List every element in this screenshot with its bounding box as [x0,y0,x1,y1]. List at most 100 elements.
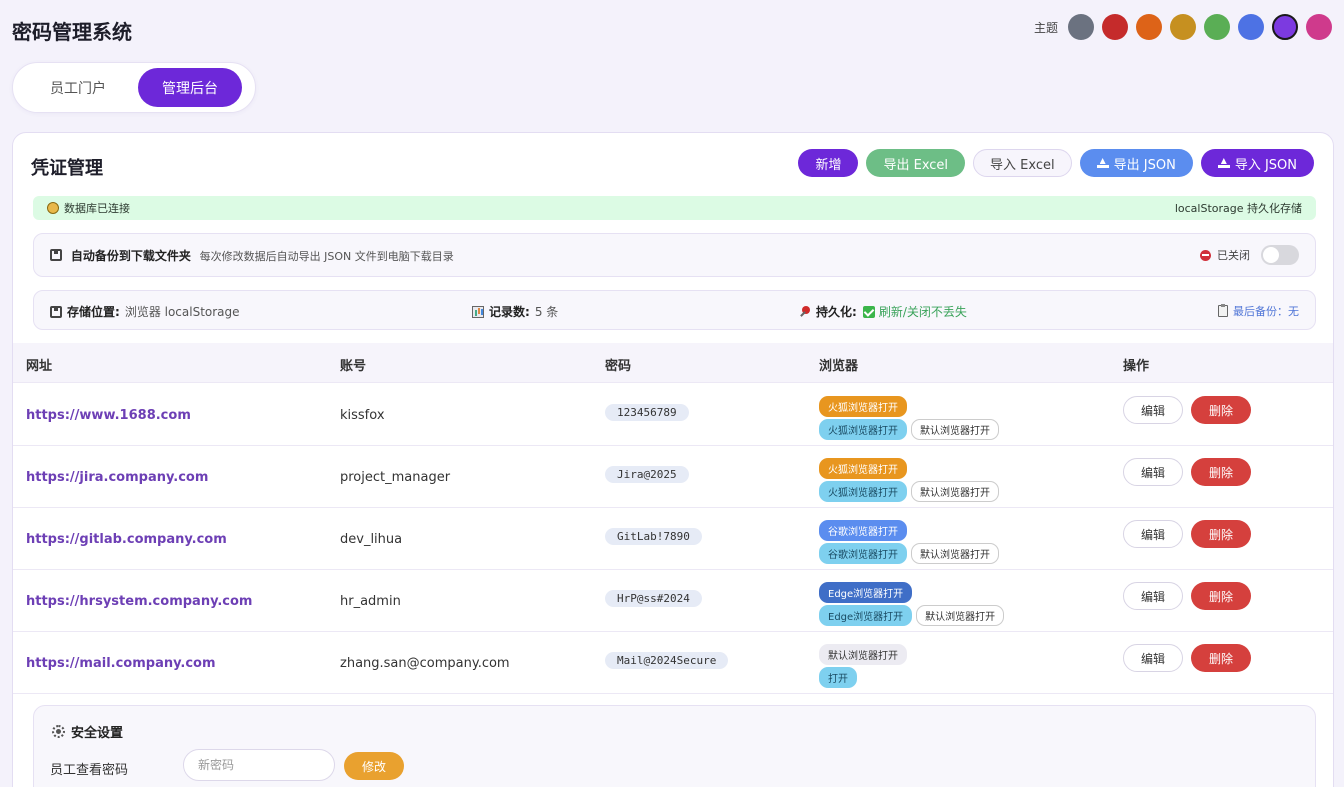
open-firefox-badge[interactable]: 火狐浏览器打开 [819,458,907,479]
export-excel-button[interactable]: 导出 Excel [866,149,966,177]
row-url-link[interactable]: https://jira.company.com [26,470,208,485]
delete-button[interactable]: 删除 [1191,458,1251,486]
mode-switch: 员工门户 管理后台 [12,62,256,113]
export-json-label: 导出 JSON [1113,157,1176,173]
table-row: https://gitlab.company.com dev_lihua Git… [13,508,1333,570]
theme-swatch-gold[interactable] [1170,14,1196,40]
theme-swatch-red[interactable] [1102,14,1128,40]
theme-swatch-orange[interactable] [1136,14,1162,40]
auto-backup-toggle[interactable] [1261,245,1299,265]
theme-swatch-blue[interactable] [1238,14,1264,40]
delete-button[interactable]: 删除 [1191,644,1251,672]
row-browser-badges: Edge浏览器打开 Edge浏览器打开 默认浏览器打开 [819,582,1005,626]
security-title: 安全设置 [71,726,124,741]
row-actions: 编辑 删除 [1123,458,1251,486]
import-json-button[interactable]: 导入 JSON [1200,149,1314,177]
open-chrome-badge[interactable]: 谷歌浏览器打开 [819,543,907,564]
col-header-password: 密码 [605,359,632,374]
storage-location-label: 存储位置: [67,305,120,319]
bar-chart-icon [472,305,484,318]
row-actions: 编辑 删除 [1123,520,1251,548]
disabled-icon [1200,249,1211,261]
theme-swatch-gray[interactable] [1068,14,1094,40]
persistence-label: 持久化: [816,305,857,319]
delete-button[interactable]: 删除 [1191,396,1251,424]
row-browser-badges: 默认浏览器打开 打开 [819,644,907,688]
row-url-link[interactable]: https://www.1688.com [26,408,191,423]
open-firefox-badge[interactable]: 火狐浏览器打开 [819,419,907,440]
edit-button[interactable]: 编辑 [1123,644,1183,672]
theme-picker: 主题 [1034,14,1332,40]
db-status-banner: 数据库已连接 localStorage 持久化存储 [33,196,1316,220]
table-row: https://hrsystem.company.com hr_admin Hr… [13,570,1333,632]
app-title: 密码管理系统 [12,20,132,44]
table-row: https://www.1688.com kissfox 123456789 火… [13,384,1333,446]
row-actions: 编辑 删除 [1123,396,1251,424]
open-default-browser-badge[interactable]: 默认浏览器打开 [916,605,1005,626]
open-default-browser-badge[interactable]: 默认浏览器打开 [911,419,999,440]
row-actions: 编辑 删除 [1123,644,1251,672]
theme-label: 主题 [1033,20,1058,35]
theme-swatch-pink[interactable] [1306,14,1332,40]
edit-button[interactable]: 编辑 [1123,458,1183,486]
record-count-label: 记录数: [489,305,530,319]
upload-tray-icon [1217,158,1230,168]
open-firefox-badge[interactable]: 火狐浏览器打开 [819,481,907,502]
floppy-disk-icon [50,305,62,318]
row-url-link[interactable]: https://gitlab.company.com [26,532,227,547]
row-account: kissfox [340,408,385,423]
credential-card: 凭证管理 新增 导出 Excel 导入 Excel 导出 JSON 导入 JSO… [12,132,1334,787]
table-row: https://mail.company.com zhang.san@compa… [13,632,1333,694]
open-chrome-badge[interactable]: 谷歌浏览器打开 [819,520,907,541]
checkmark-icon [862,305,875,318]
edit-button[interactable]: 编辑 [1123,396,1183,424]
delete-button[interactable]: 删除 [1191,582,1251,610]
new-password-input[interactable] [183,749,335,781]
upload-tray-icon [1096,158,1109,168]
toolbar: 新增 导出 Excel 导入 Excel 导出 JSON 导入 JSON [798,149,1314,177]
record-count-value: 5 条 [534,305,559,319]
row-password: HrP@ss#2024 [605,590,702,607]
row-password: Mail@2024Secure [605,652,729,669]
row-url-link[interactable]: https://hrsystem.company.com [26,594,252,609]
floppy-disk-icon [50,248,62,261]
storage-location-value: 浏览器 localStorage [124,305,240,319]
edit-button[interactable]: 编辑 [1123,582,1183,610]
edit-button[interactable]: 编辑 [1123,520,1183,548]
col-header-actions: 操作 [1123,359,1150,374]
security-settings-panel: 安全设置 员工查看密码 修改 [33,705,1316,787]
table-row: https://jira.company.com project_manager… [13,446,1333,508]
security-title-row: 安全设置 [52,722,123,741]
open-badge[interactable]: 打开 [819,667,857,688]
db-storage-text: localStorage 持久化存储 [1174,202,1302,215]
row-account: hr_admin [340,594,401,609]
import-excel-button[interactable]: 导入 Excel [973,149,1072,177]
col-header-browser: 浏览器 [819,359,859,374]
db-status-text: 数据库已连接 [64,202,130,215]
tab-employee-portal[interactable]: 员工门户 [18,68,138,107]
open-default-browser-badge[interactable]: 默认浏览器打开 [911,543,999,564]
theme-swatch-green[interactable] [1204,14,1230,40]
row-browser-badges: 火狐浏览器打开 火狐浏览器打开 默认浏览器打开 [819,458,999,502]
export-json-button[interactable]: 导出 JSON [1079,149,1193,177]
status-dot-icon [47,202,59,214]
add-button[interactable]: 新增 [798,149,859,177]
auto-backup-state: 已关闭 [1217,249,1250,262]
tab-admin-console[interactable]: 管理后台 [138,68,242,107]
row-account: project_manager [340,470,451,485]
storage-info-panel: 存储位置: 浏览器 localStorage 记录数: 5 条 持久化: 刷新/… [33,290,1316,330]
row-password: Jira@2025 [605,466,689,483]
row-browser-badges: 谷歌浏览器打开 谷歌浏览器打开 默认浏览器打开 [819,520,999,564]
theme-swatch-purple[interactable] [1272,14,1298,40]
change-password-button[interactable]: 修改 [344,752,404,780]
open-default-browser-badge[interactable]: 默认浏览器打开 [911,481,999,502]
col-header-account: 账号 [340,359,367,374]
open-default-browser-badge[interactable]: 默认浏览器打开 [819,644,907,665]
row-browser-badges: 火狐浏览器打开 火狐浏览器打开 默认浏览器打开 [819,396,999,440]
open-edge-badge[interactable]: Edge浏览器打开 [819,605,913,626]
row-url-link[interactable]: https://mail.company.com [26,656,216,671]
open-edge-badge[interactable]: Edge浏览器打开 [819,582,913,603]
delete-button[interactable]: 删除 [1191,520,1251,548]
row-password: GitLab!7890 [605,528,702,545]
open-firefox-badge[interactable]: 火狐浏览器打开 [819,396,907,417]
